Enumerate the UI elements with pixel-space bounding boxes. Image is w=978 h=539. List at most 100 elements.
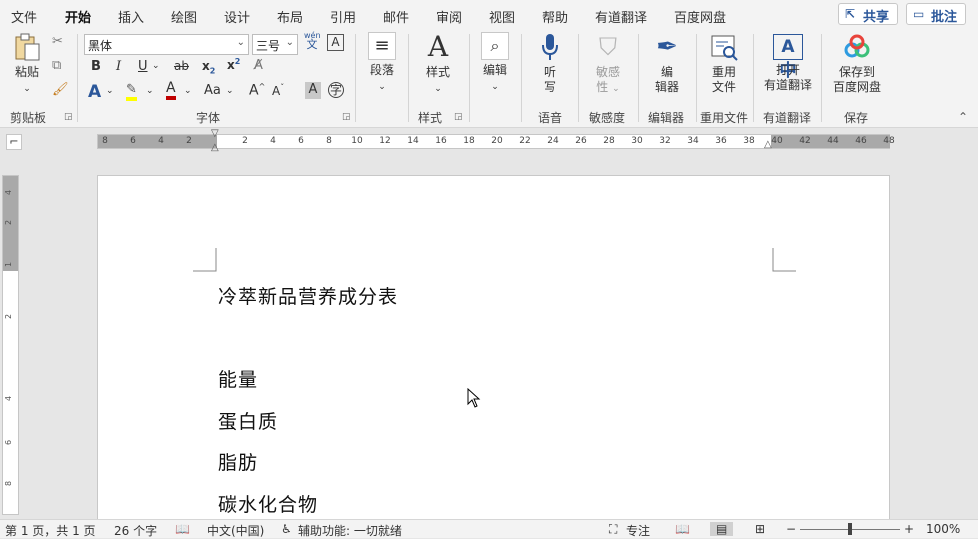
format-painter-icon[interactable]: 🖌: [52, 82, 69, 97]
chevron-down-icon: ⌄: [491, 82, 499, 92]
styles-group-label: 样式: [418, 111, 443, 125]
ruler-tick-label: 42: [799, 136, 811, 146]
tab-review[interactable]: 审阅: [436, 7, 462, 26]
zoom-level[interactable]: 100%: [926, 522, 960, 536]
editor-button[interactable]: ✒ 编 辑器: [647, 32, 687, 95]
zoom-in-icon[interactable]: +: [904, 522, 914, 536]
ruler-tick-label: 4: [270, 136, 276, 146]
editing-button[interactable]: ⌕ 编辑 ⌄: [477, 32, 513, 95]
document-line-fat[interactable]: 脂肪: [218, 448, 258, 475]
tab-draw[interactable]: 绘图: [171, 7, 197, 26]
word-count[interactable]: 26 个字: [114, 522, 157, 539]
ruler-tick-label: 16: [435, 136, 447, 146]
dialog-launcher-icon[interactable]: ◲: [342, 112, 351, 122]
proofing-icon[interactable]: 📖: [175, 522, 190, 536]
sensitivity-button[interactable]: ⛉ 敏感 性 ⌄: [588, 32, 628, 97]
copy-icon[interactable]: ⧉: [52, 58, 61, 73]
chevron-down-icon[interactable]: ⌄: [184, 86, 192, 96]
dialog-launcher-icon[interactable]: ◲: [454, 112, 463, 122]
share-button[interactable]: ⇱ 共享: [838, 3, 898, 25]
bold-icon[interactable]: B: [91, 59, 101, 74]
tab-mailings[interactable]: 邮件: [383, 7, 409, 26]
document-page[interactable]: 冷萃新品营养成分表 能量 蛋白质 脂肪 碳水化合物: [97, 175, 890, 520]
baidu-cloud-icon: [844, 34, 870, 58]
first-line-indent-marker[interactable]: ▽: [211, 128, 219, 139]
underline-icon[interactable]: U: [138, 59, 148, 74]
character-shading-icon[interactable]: A: [305, 82, 321, 99]
chevron-down-icon[interactable]: ⌄: [226, 86, 234, 96]
ruler-tick-label: 34: [687, 136, 699, 146]
focus-mode-label[interactable]: 专注: [626, 522, 650, 539]
print-layout-icon[interactable]: ▤: [710, 522, 734, 536]
ruler-tick-label: 48: [883, 136, 895, 146]
tab-insert[interactable]: 插入: [118, 7, 144, 26]
change-case-icon[interactable]: Aa: [204, 83, 221, 98]
tab-layout[interactable]: 布局: [277, 7, 303, 26]
chevron-down-icon[interactable]: ⌄: [146, 86, 154, 96]
chevron-down-icon: ⌄: [285, 37, 294, 48]
dictate-button[interactable]: 听 写: [530, 32, 570, 95]
accessibility-status[interactable]: 辅助功能: 一切就绪: [298, 522, 402, 539]
tab-file[interactable]: 文件: [11, 7, 37, 26]
ruler-tick-label: 8: [326, 136, 332, 146]
phonetic-guide-icon[interactable]: wén 文: [304, 30, 321, 50]
cut-icon[interactable]: ✂: [52, 34, 63, 49]
reuse-files-button[interactable]: 重用 文件: [704, 32, 744, 95]
comments-button[interactable]: ▭ 批注: [906, 3, 966, 25]
document-line-carbohydrate[interactable]: 碳水化合物: [218, 490, 318, 517]
tab-youdao[interactable]: 有道翻译: [595, 7, 647, 26]
font-group-label: 字体: [196, 111, 221, 125]
tab-help[interactable]: 帮助: [542, 7, 568, 26]
text-effects-icon[interactable]: A: [88, 82, 101, 102]
superscript-icon[interactable]: x2: [227, 57, 240, 72]
paste-button[interactable]: 粘贴 ⌄: [8, 32, 46, 97]
chevron-down-icon[interactable]: ⌄: [152, 61, 160, 71]
enclose-characters-icon[interactable]: 字: [328, 82, 344, 98]
font-color-icon[interactable]: A: [166, 81, 176, 100]
focus-icon[interactable]: ⛶: [609, 522, 617, 537]
tab-references[interactable]: 引用: [330, 7, 356, 26]
dialog-launcher-icon[interactable]: ◲: [64, 112, 73, 122]
document-line-energy[interactable]: 能量: [218, 365, 258, 392]
collapse-ribbon-icon[interactable]: ⌃: [958, 110, 968, 124]
share-icon: ⇱: [845, 7, 856, 21]
grow-font-icon[interactable]: A^: [249, 82, 265, 99]
font-name-combo[interactable]: 黑体 ⌄: [84, 34, 249, 55]
styles-button[interactable]: A 样式 ⌄: [418, 32, 458, 97]
chevron-down-icon[interactable]: ⌄: [106, 86, 114, 96]
document-line-protein[interactable]: 蛋白质: [218, 407, 278, 434]
clear-formatting-icon[interactable]: A̸: [254, 58, 263, 73]
tab-view[interactable]: 视图: [489, 7, 515, 26]
tab-design[interactable]: 设计: [224, 7, 250, 26]
zoom-out-icon[interactable]: −: [786, 522, 796, 536]
vertical-ruler[interactable]: 4 2 1 2 4 6 8: [2, 175, 19, 515]
tab-baidu[interactable]: 百度网盘: [674, 7, 726, 26]
language-indicator[interactable]: 中文(中国): [207, 522, 264, 539]
left-indent-marker[interactable]: △: [211, 142, 219, 153]
separator: [578, 34, 579, 122]
accessibility-icon[interactable]: ♿: [281, 522, 292, 536]
ruler-tick-label: 32: [659, 136, 671, 146]
clipboard-icon: [15, 33, 40, 61]
document-title-line[interactable]: 冷萃新品营养成分表: [218, 282, 398, 309]
tag-icon: ⛉: [599, 33, 617, 61]
save-to-baidu-button[interactable]: 保存到 百度网盘: [830, 32, 884, 95]
web-layout-icon[interactable]: ⊞: [755, 522, 765, 536]
paragraph-button[interactable]: ≡ 段落 ⌄: [364, 32, 400, 95]
tab-home[interactable]: 开始: [65, 7, 92, 31]
ruler-tick-label: 6: [298, 136, 304, 146]
strikethrough-icon[interactable]: ab: [174, 59, 189, 73]
right-indent-marker[interactable]: △: [764, 139, 772, 150]
subscript-icon[interactable]: x2: [202, 59, 215, 75]
character-border-icon[interactable]: A: [327, 34, 344, 51]
highlight-icon[interactable]: ✎: [126, 83, 137, 101]
read-mode-icon[interactable]: 📖: [675, 522, 690, 536]
tab-selector-icon[interactable]: ⌐: [6, 134, 22, 150]
shrink-font-icon[interactable]: Aˇ: [272, 83, 284, 98]
font-size-combo[interactable]: 三号 ⌄: [252, 34, 298, 55]
chevron-down-icon: ⌄: [378, 82, 386, 92]
italic-icon[interactable]: I: [116, 59, 121, 74]
open-youdao-button[interactable]: A中 打开 有道翻译: [760, 32, 816, 93]
zoom-slider-thumb[interactable]: [848, 523, 852, 535]
page-count[interactable]: 第 1 页，共 1 页: [5, 522, 96, 539]
